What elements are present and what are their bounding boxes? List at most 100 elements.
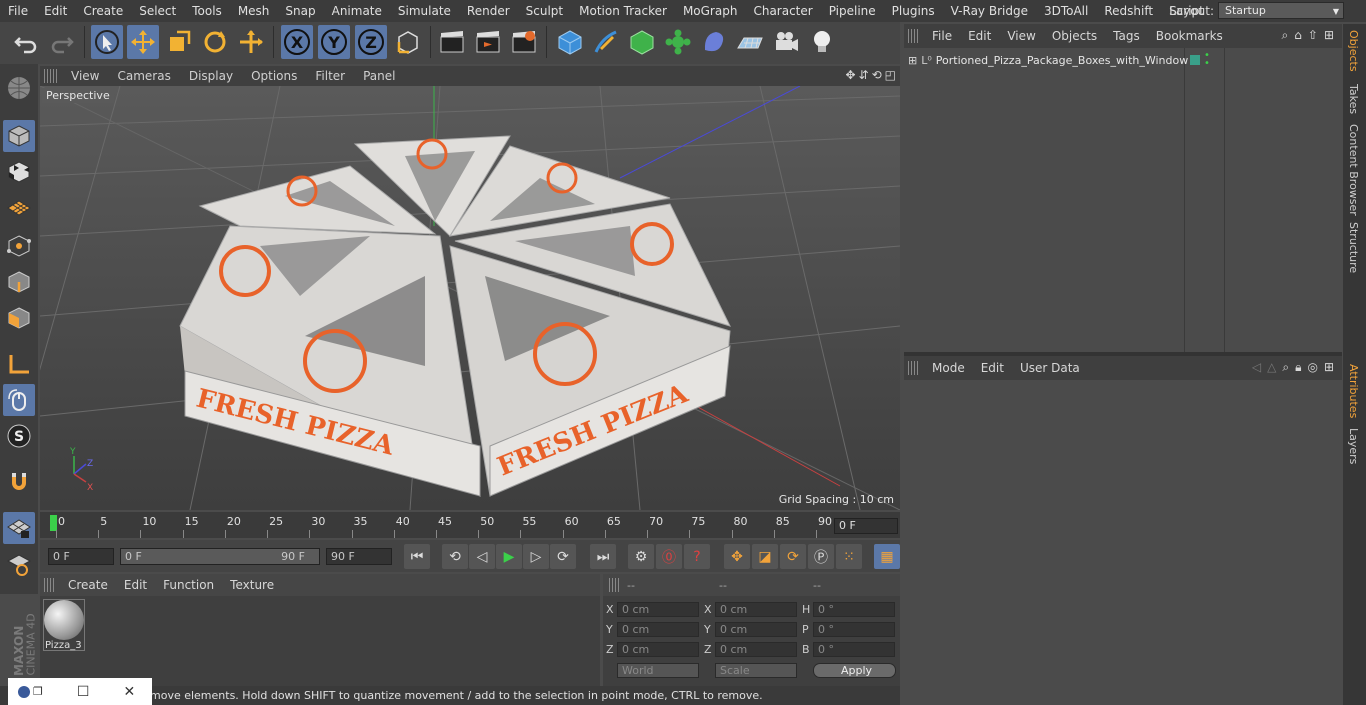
menu-motion-tracker[interactable]: Motion Tracker — [571, 0, 675, 22]
maximize-icon[interactable]: ☐ — [77, 684, 90, 700]
move-tool-button[interactable] — [127, 25, 159, 59]
target-icon[interactable]: ◎ — [1307, 360, 1317, 375]
coord-value-field[interactable]: 0 cm — [715, 642, 797, 657]
menu-animate[interactable]: Animate — [324, 0, 390, 22]
coord-value-field[interactable]: 0 ° — [813, 622, 895, 637]
subdivision-button[interactable] — [626, 25, 658, 59]
attributes-menu-edit[interactable]: Edit — [973, 361, 1012, 375]
render-view-button[interactable] — [436, 25, 468, 59]
viewport-menu-cameras[interactable]: Cameras — [108, 69, 179, 83]
menu-character[interactable]: Character — [745, 0, 820, 22]
menu-render[interactable]: Render — [459, 0, 518, 22]
material-swatch[interactable]: Pizza_3 — [43, 599, 85, 651]
tab-attributes[interactable]: Attributes — [1347, 364, 1360, 418]
mograph-cloner-button[interactable] — [662, 25, 694, 59]
material-menu-create[interactable]: Create — [60, 578, 116, 592]
layout-dropdown[interactable]: Startup — [1218, 2, 1344, 19]
record-position-button[interactable]: ⚙ — [628, 544, 654, 569]
coord-value-field[interactable]: 0 cm — [617, 642, 699, 657]
goto-start-button[interactable]: ⏮ — [404, 544, 430, 569]
object-name[interactable]: Portioned_Pizza_Package_Boxes_with_Windo… — [936, 54, 1188, 67]
objects-menu-view[interactable]: View — [999, 29, 1043, 43]
viewport-menu-display[interactable]: Display — [180, 69, 242, 83]
new-view-icon[interactable]: ⊞ — [1324, 28, 1334, 43]
scale-dropdown[interactable]: Scale — [715, 663, 797, 678]
deformer-button[interactable] — [698, 25, 730, 59]
layer-color-icon[interactable] — [1190, 55, 1200, 65]
objects-menu-tags[interactable]: Tags — [1105, 29, 1148, 43]
menu-mograph[interactable]: MoGraph — [675, 0, 746, 22]
restore-icon[interactable]: ❐ — [33, 685, 43, 698]
menu-create[interactable]: Create — [75, 0, 131, 22]
goto-end-button[interactable]: ⏭ — [590, 544, 616, 569]
light-object-button[interactable] — [806, 25, 838, 59]
tab-objects[interactable]: Objects — [1347, 30, 1360, 72]
tab-structure[interactable]: Structure — [1347, 222, 1360, 273]
viewport-menu-options[interactable]: Options — [242, 69, 306, 83]
pen-tool-button[interactable] — [590, 25, 622, 59]
close-icon[interactable]: ✕ — [123, 684, 135, 700]
autokey-button[interactable]: ? — [684, 544, 710, 569]
snap-button[interactable] — [3, 466, 35, 498]
polygons-mode-button[interactable] — [3, 302, 35, 334]
objects-menu-edit[interactable]: Edit — [960, 29, 999, 43]
menu-select[interactable]: Select — [131, 0, 184, 22]
axis-mode-button[interactable] — [3, 348, 35, 380]
back-icon[interactable]: ◁ — [1252, 360, 1261, 375]
timeline-ruler[interactable]: 0 5 10 15 20 25 30 35 40 45 50 55 60 65 70 75 80 85 90 0 F — [40, 512, 900, 538]
menu-snap[interactable]: Snap — [277, 0, 323, 22]
key-parameter-button[interactable]: Ⓟ — [808, 544, 834, 569]
key-rotation-button[interactable]: ⟳ — [780, 544, 806, 569]
coord-value-field[interactable]: 0 cm — [715, 622, 797, 637]
viewport-menu-view[interactable]: View — [62, 69, 108, 83]
viewport-menu-panel[interactable]: Panel — [354, 69, 404, 83]
frame-range-slider[interactable]: 0 F 90 F — [120, 548, 320, 565]
material-menu-function[interactable]: Function — [155, 578, 222, 592]
world-dropdown[interactable]: World — [617, 663, 699, 678]
menu-tools[interactable]: Tools — [184, 0, 230, 22]
menu-v-ray-bridge[interactable]: V-Ray Bridge — [943, 0, 1036, 22]
lock-icon[interactable]: 🔒︎ — [1295, 360, 1301, 375]
redo-button[interactable] — [46, 25, 78, 59]
x-axis-button[interactable]: X — [281, 25, 313, 59]
y-axis-button[interactable]: Y — [318, 25, 350, 59]
coord-value-field[interactable]: 0 cm — [617, 622, 699, 637]
attributes-menu-mode[interactable]: Mode — [924, 361, 973, 375]
edges-mode-button[interactable] — [3, 266, 35, 298]
coord-value-field[interactable]: 0 cm — [617, 602, 699, 617]
timeline-end-frame[interactable]: 0 F — [834, 518, 898, 534]
objects-menu-bookmarks[interactable]: Bookmarks — [1148, 29, 1231, 43]
pan-view-icon[interactable]: ✥ — [845, 68, 855, 82]
object-row[interactable]: ⊞ L⁰ Portioned_Pizza_Package_Boxes_with_… — [904, 50, 1210, 70]
prev-frame-button[interactable]: ◁ — [469, 544, 495, 569]
objects-menu-objects[interactable]: Objects — [1044, 29, 1105, 43]
tab-content-browser[interactable]: Content Browser — [1347, 124, 1360, 216]
current-frame-field[interactable]: 0 F — [48, 548, 114, 565]
search-icon[interactable]: ⌕ — [1282, 28, 1289, 43]
objects-menu-file[interactable]: File — [924, 29, 960, 43]
render-picture-viewer-button[interactable] — [472, 25, 504, 59]
arrow-up-icon[interactable]: ⇧ — [1308, 28, 1318, 43]
tab-layers[interactable]: Layers — [1347, 428, 1360, 464]
next-frame-button[interactable]: ▷ — [523, 544, 549, 569]
transform-tool-button[interactable] — [235, 25, 267, 59]
coord-value-field[interactable]: 0 ° — [813, 642, 895, 657]
workplane-lock-button[interactable] — [3, 548, 35, 580]
max-frame-field[interactable]: 90 F — [326, 548, 392, 565]
up-icon[interactable]: △ — [1267, 360, 1276, 375]
maximize-view-icon[interactable]: ◰ — [885, 68, 896, 82]
render-settings-button[interactable] — [508, 25, 540, 59]
texture-mode-button[interactable] — [3, 156, 35, 188]
perspective-viewport[interactable]: FRESH PIZZA FRESH PIZZA Y Z X Perspectiv… — [40, 86, 900, 510]
key-scale-button[interactable]: ◪ — [752, 544, 778, 569]
attr-new-view-icon[interactable]: ⊞ — [1324, 360, 1334, 375]
coordinate-system-button[interactable] — [392, 25, 424, 59]
rotate-view-icon[interactable]: ⟲ — [872, 68, 882, 82]
menu-mesh[interactable]: Mesh — [230, 0, 278, 22]
timeline-window-button[interactable]: ▦ — [874, 544, 900, 569]
tweak-mode-button[interactable] — [3, 384, 35, 416]
record-active-button[interactable]: ⓪ — [656, 544, 682, 569]
cube-object-button[interactable] — [554, 25, 586, 59]
material-menu-edit[interactable]: Edit — [116, 578, 155, 592]
menu-simulate[interactable]: Simulate — [390, 0, 459, 22]
